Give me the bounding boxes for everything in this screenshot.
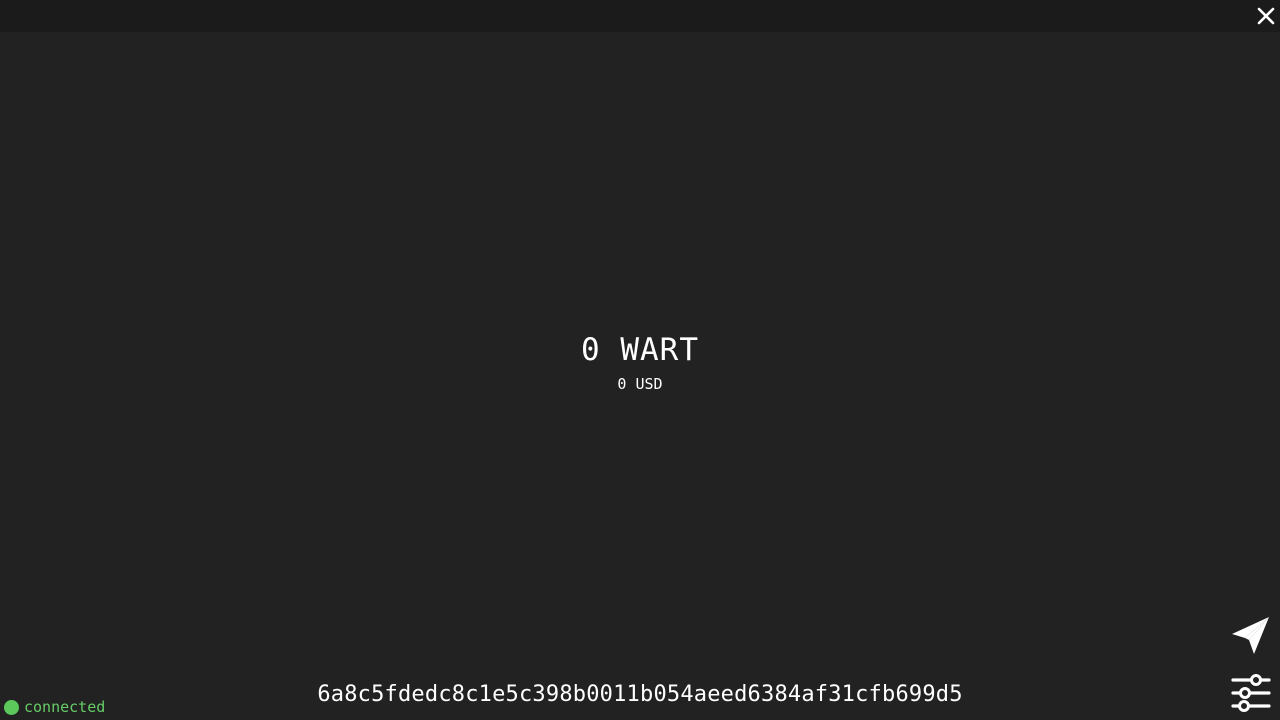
title-bar[interactable] [0,0,1280,32]
status-dot-icon [4,699,19,715]
close-icon [1257,7,1275,25]
connection-status: connected [4,698,105,716]
send-button[interactable] [1230,614,1272,656]
balance-display: 0 WART 0 USD [0,330,1280,394]
balance-amount: 0 WART [581,332,699,368]
wallet-address[interactable]: 6a8c5fdedc8c1e5c398b0011b054aeed6384af31… [0,680,1280,710]
balance-fiat: 0 USD [617,375,663,393]
close-button[interactable] [1256,6,1276,26]
wallet-window: 0 WART 0 USD 6a8c5fdedc8c1e5c398b0011b05… [0,0,1280,720]
send-icon [1232,617,1269,654]
settings-button[interactable] [1230,672,1272,714]
status-label: connected [24,698,106,716]
settings-sliders-icon [1231,674,1271,712]
